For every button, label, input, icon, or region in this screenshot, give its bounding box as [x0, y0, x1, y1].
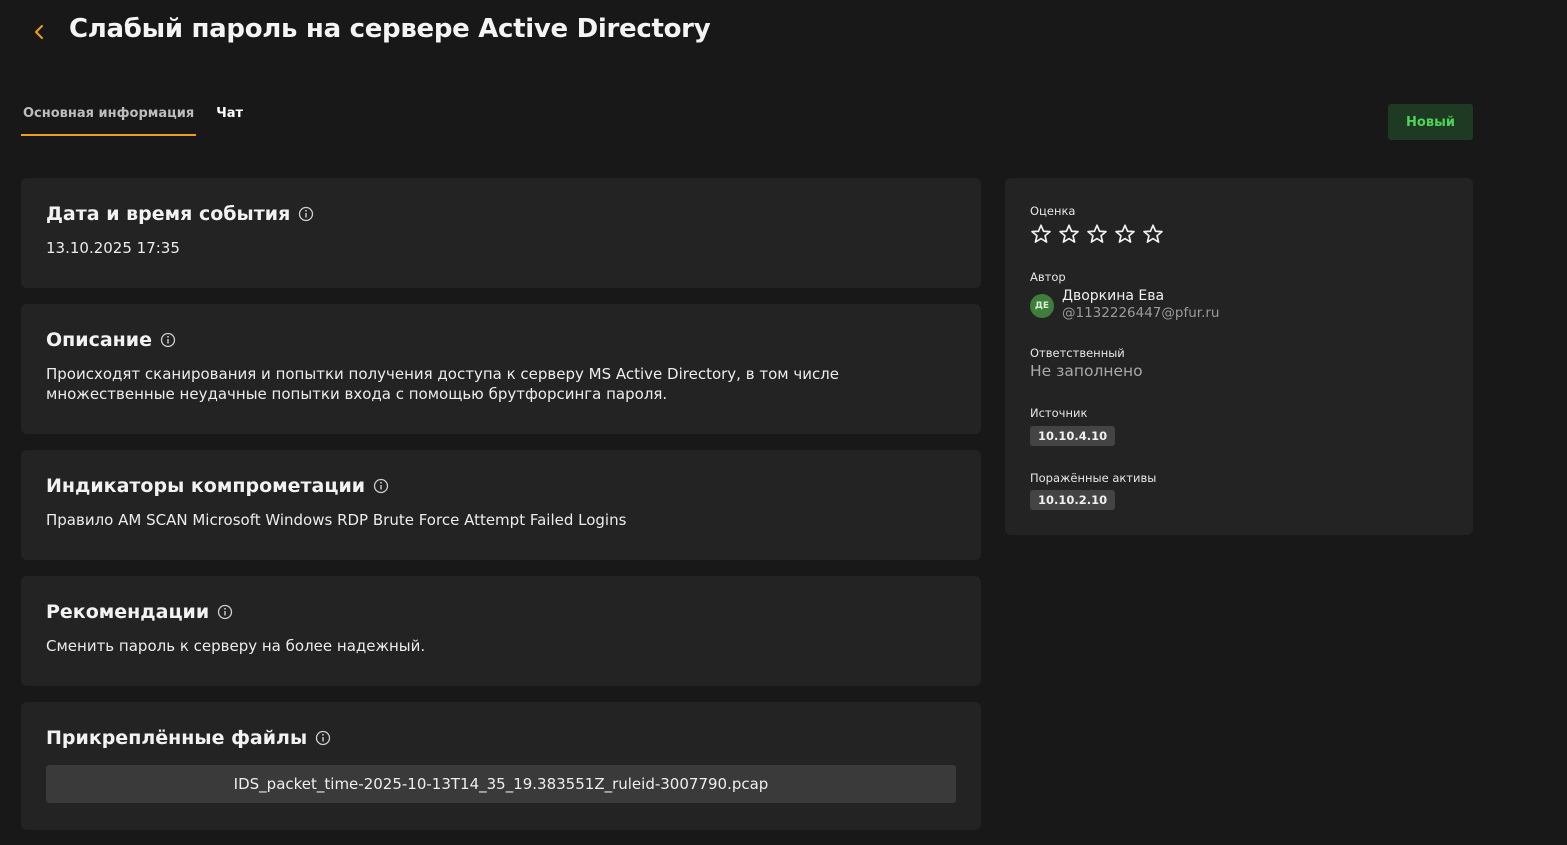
star-icon[interactable] — [1086, 223, 1108, 245]
star-icon[interactable] — [1058, 223, 1080, 245]
responsible-label: Ответственный — [1030, 346, 1125, 360]
card-description-title: Описание — [46, 329, 153, 351]
star-icon[interactable] — [1114, 223, 1136, 245]
author-email: @1132226447@pfur.ru — [1062, 305, 1220, 321]
star-icon[interactable] — [1030, 223, 1052, 245]
author-name: Дворкина Ева — [1062, 288, 1165, 304]
card-datetime: Дата и время события 13.10.2025 17:35 — [21, 178, 981, 288]
card-description-heading: Описание — [46, 304, 956, 351]
incident-page: Слабый пароль на сервере Active Director… — [0, 0, 1567, 845]
recommendations-text: Сменить пароль к серверу на более надежн… — [46, 637, 426, 655]
rating-stars — [1030, 223, 1164, 245]
description-text: Происходят сканирования и попытки получе… — [46, 365, 840, 403]
card-files: Прикреплённые файлы IDS_packet_time-2025… — [21, 702, 981, 830]
indicators-text: Правило AM SCAN Microsoft Windows RDP Br… — [46, 511, 627, 529]
source-ip-chip: 10.10.4.10 — [1030, 426, 1116, 446]
star-icon[interactable] — [1142, 223, 1164, 245]
attached-file-link[interactable]: IDS_packet_time-2025-10-13T14_35_19.3835… — [46, 765, 956, 803]
source-label: Источник — [1030, 406, 1088, 420]
details-panel: Оценка Автор ДЕ Дворкина Ева @1132226447… — [1005, 178, 1473, 535]
info-icon[interactable] — [373, 478, 389, 494]
card-indicators-title: Индикаторы компрометации — [46, 475, 366, 497]
author-label: Автор — [1030, 270, 1066, 284]
card-recommendations-heading: Рекомендации — [46, 576, 956, 623]
card-recommendations-title: Рекомендации — [46, 601, 210, 623]
page-title: Слабый пароль на сервере Active Director… — [69, 14, 711, 44]
info-icon[interactable] — [217, 604, 233, 620]
card-indicators-heading: Индикаторы компрометации — [46, 450, 956, 497]
card-indicators: Индикаторы компрометации Правило AM SCAN… — [21, 450, 981, 560]
card-datetime-title: Дата и время события — [46, 203, 291, 225]
card-files-title: Прикреплённые файлы — [46, 727, 308, 749]
responsible-value[interactable]: Не заполнено — [1030, 362, 1143, 380]
card-files-heading: Прикреплённые файлы — [46, 702, 956, 749]
tab-main-info[interactable]: Основная информация — [21, 103, 197, 136]
card-recommendations: Рекомендации Сменить пароль к серверу на… — [21, 576, 981, 686]
card-datetime-heading: Дата и время события — [46, 178, 956, 225]
chevron-left-icon — [35, 25, 43, 39]
card-description: Описание Происходят сканирования и попыт… — [21, 304, 981, 434]
info-icon[interactable] — [315, 730, 331, 746]
affected-assets-label: Поражённые активы — [1030, 471, 1157, 485]
tab-bar: Основная информация Чат — [21, 103, 245, 136]
info-icon[interactable] — [160, 332, 176, 348]
back-button[interactable] — [28, 20, 50, 44]
affected-asset-chip: 10.10.2.10 — [1030, 490, 1116, 510]
event-datetime-value: 13.10.2025 17:35 — [46, 239, 180, 257]
avatar: ДЕ — [1030, 294, 1054, 318]
tab-chat[interactable]: Чат — [214, 103, 245, 136]
info-icon[interactable] — [298, 206, 314, 222]
rating-label: Оценка — [1030, 204, 1076, 218]
status-badge[interactable]: Новый — [1388, 104, 1473, 140]
